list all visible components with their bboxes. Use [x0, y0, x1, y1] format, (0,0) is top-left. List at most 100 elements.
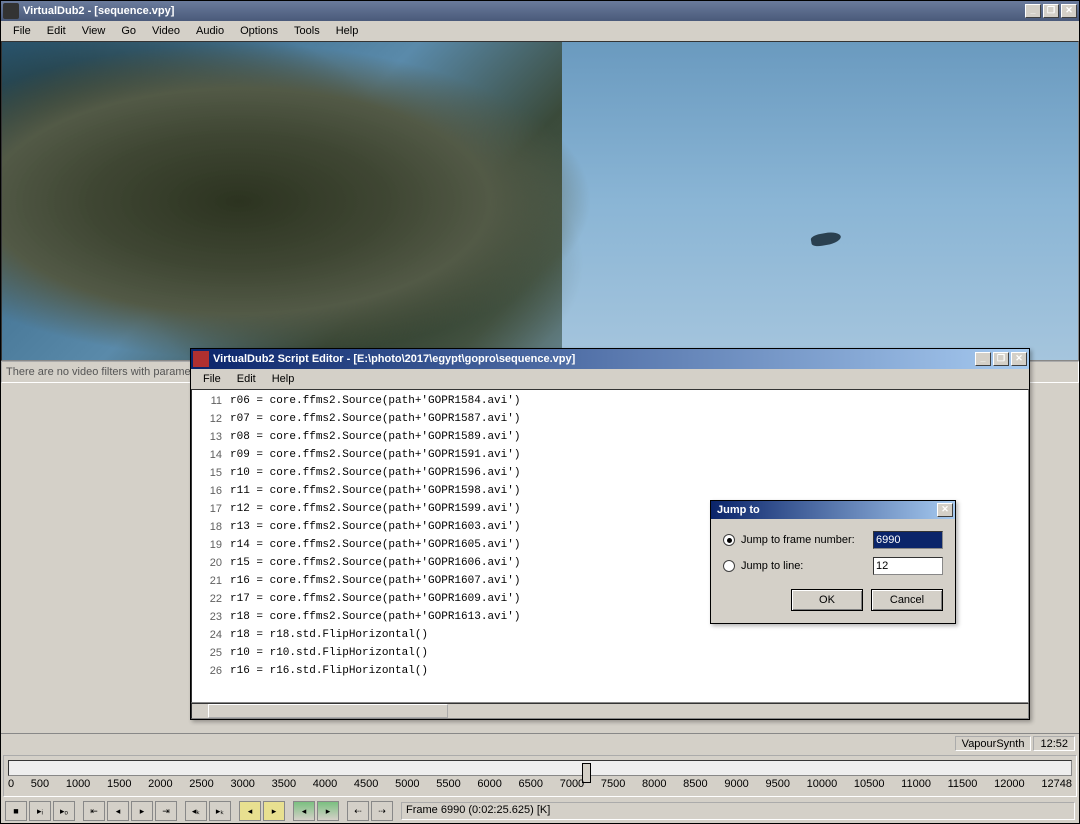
step-back-button[interactable]: ◂ — [107, 801, 129, 821]
goto-start-button[interactable]: ⇤ — [83, 801, 105, 821]
script-title: VirtualDub2 Script Editor - [E:\photo\20… — [213, 353, 975, 365]
mark-in-button[interactable]: ◂ — [239, 801, 261, 821]
code-line[interactable]: 12r07 = core.ffms2.Source(path+'GOPR1587… — [192, 410, 1028, 428]
play-begin-button[interactable]: ▸ᵢ — [29, 801, 51, 821]
code-text: r08 = core.ffms2.Source(path+'GOPR1589.a… — [226, 428, 520, 446]
code-text: r07 = core.ffms2.Source(path+'GOPR1587.a… — [226, 410, 520, 428]
script-close-button[interactable]: ✕ — [1011, 352, 1027, 366]
menu-video[interactable]: Video — [144, 23, 188, 39]
maximize-button[interactable]: ❐ — [1043, 4, 1059, 18]
line-number: 17 — [192, 500, 226, 518]
prev-key-button[interactable]: ◂ₖ — [185, 801, 207, 821]
ruler-track[interactable] — [8, 760, 1072, 776]
minimize-button[interactable]: _ — [1025, 4, 1041, 18]
ok-button[interactable]: OK — [791, 589, 863, 611]
script-menu-help[interactable]: Help — [264, 371, 303, 387]
code-line[interactable]: 14r09 = core.ffms2.Source(path+'GOPR1591… — [192, 446, 1028, 464]
close-button[interactable]: ✕ — [1061, 4, 1077, 18]
code-text: r18 = r18.std.FlipHorizontal() — [226, 626, 428, 644]
line-number: 11 — [192, 392, 226, 410]
jump-close-button[interactable]: ✕ — [937, 503, 953, 517]
menu-file[interactable]: File — [5, 23, 39, 39]
frame-info: Frame 6990 (0:02:25.625) [K] — [401, 802, 1075, 820]
code-line[interactable]: 13r08 = core.ffms2.Source(path+'GOPR1589… — [192, 428, 1028, 446]
prev-drop-button[interactable]: ◂ — [293, 801, 315, 821]
menu-view[interactable]: View — [74, 23, 114, 39]
ruler-tick: 6000 — [477, 778, 501, 790]
line-number: 26 — [192, 662, 226, 680]
code-line[interactable]: 11r06 = core.ffms2.Source(path+'GOPR1584… — [192, 392, 1028, 410]
label-jump-line: Jump to line: — [741, 560, 873, 572]
ruler-tick: 1000 — [66, 778, 90, 790]
cancel-button[interactable]: Cancel — [871, 589, 943, 611]
menu-options[interactable]: Options — [232, 23, 286, 39]
main-titlebar[interactable]: VirtualDub2 - [sequence.vpy] _ ❐ ✕ — [1, 1, 1079, 21]
input-line-number[interactable] — [873, 557, 943, 575]
menu-tools[interactable]: Tools — [286, 23, 328, 39]
ruler-tick: 9000 — [724, 778, 748, 790]
ruler-tick: 3000 — [230, 778, 254, 790]
filter-status-text: There are no video filters with paramet — [6, 366, 194, 378]
goto-end-button[interactable]: ⇥ — [155, 801, 177, 821]
video-preview[interactable] — [1, 41, 1079, 361]
input-frame-number[interactable] — [873, 531, 943, 549]
line-number: 12 — [192, 410, 226, 428]
script-titlebar[interactable]: VirtualDub2 Script Editor - [E:\photo\20… — [191, 349, 1029, 369]
jump-titlebar[interactable]: Jump to ✕ — [711, 501, 955, 519]
script-app-icon — [193, 351, 209, 367]
script-maximize-button[interactable]: ❐ — [993, 352, 1009, 366]
jump-to-dialog: Jump to ✕ Jump to frame number: Jump to … — [710, 500, 956, 624]
ruler-tick: 2500 — [189, 778, 213, 790]
line-number: 13 — [192, 428, 226, 446]
hscroll-thumb[interactable] — [208, 704, 448, 718]
code-line[interactable]: 24r18 = r18.std.FlipHorizontal() — [192, 626, 1028, 644]
code-text: r16 = core.ffms2.Source(path+'GOPR1607.a… — [226, 572, 520, 590]
code-text: r13 = core.ffms2.Source(path+'GOPR1603.a… — [226, 518, 520, 536]
ruler-tick: 11000 — [901, 778, 931, 790]
main-menubar: File Edit View Go Video Audio Options To… — [1, 21, 1079, 41]
video-content-sand — [562, 42, 1078, 360]
next-key-button[interactable]: ▸ₖ — [209, 801, 231, 821]
status-engine: VapourSynth — [955, 736, 1032, 751]
line-number: 14 — [192, 446, 226, 464]
code-text: r17 = core.ffms2.Source(path+'GOPR1609.a… — [226, 590, 520, 608]
menu-help[interactable]: Help — [328, 23, 367, 39]
script-minimize-button[interactable]: _ — [975, 352, 991, 366]
ruler-tick-max: 12748 — [1041, 778, 1072, 790]
ruler-tick: 3500 — [272, 778, 296, 790]
stop-button[interactable]: ■ — [5, 801, 27, 821]
ruler-tick: 11500 — [948, 778, 978, 790]
menu-edit[interactable]: Edit — [39, 23, 74, 39]
code-line[interactable]: 15r10 = core.ffms2.Source(path+'GOPR1596… — [192, 464, 1028, 482]
code-text: r06 = core.ffms2.Source(path+'GOPR1584.a… — [226, 392, 520, 410]
app-icon — [3, 3, 19, 19]
code-text: r12 = core.ffms2.Source(path+'GOPR1599.a… — [226, 500, 520, 518]
play-button[interactable]: ▸ₒ — [53, 801, 75, 821]
ruler-tick: 8000 — [642, 778, 666, 790]
script-menubar: File Edit Help — [191, 369, 1029, 389]
mark-out-button[interactable]: ▸ — [263, 801, 285, 821]
radio-line[interactable] — [723, 560, 735, 572]
editor-hscrollbar[interactable] — [191, 703, 1029, 719]
code-line[interactable]: 16r11 = core.ffms2.Source(path+'GOPR1598… — [192, 482, 1028, 500]
menu-go[interactable]: Go — [113, 23, 144, 39]
code-line[interactable]: 26r16 = r16.std.FlipHorizontal() — [192, 662, 1028, 680]
next-drop-button[interactable]: ▸ — [317, 801, 339, 821]
code-text: r10 = r10.std.FlipHorizontal() — [226, 644, 428, 662]
label-jump-frame: Jump to frame number: — [741, 534, 873, 546]
timeline-ruler[interactable]: 0500100015002000250030003500400045005000… — [3, 755, 1077, 797]
prev-range-button[interactable]: ⇠ — [347, 801, 369, 821]
code-line[interactable]: 25r10 = r10.std.FlipHorizontal() — [192, 644, 1028, 662]
menu-audio[interactable]: Audio — [188, 23, 232, 39]
script-menu-edit[interactable]: Edit — [229, 371, 264, 387]
ruler-tick: 4000 — [313, 778, 337, 790]
script-menu-file[interactable]: File — [195, 371, 229, 387]
ruler-tick: 9500 — [765, 778, 789, 790]
ruler-tick: 7500 — [601, 778, 625, 790]
next-range-button[interactable]: ⇢ — [371, 801, 393, 821]
jump-title: Jump to — [713, 504, 937, 516]
ruler-tick: 500 — [31, 778, 49, 790]
step-fwd-button[interactable]: ▸ — [131, 801, 153, 821]
radio-frame[interactable] — [723, 534, 735, 546]
line-number: 15 — [192, 464, 226, 482]
